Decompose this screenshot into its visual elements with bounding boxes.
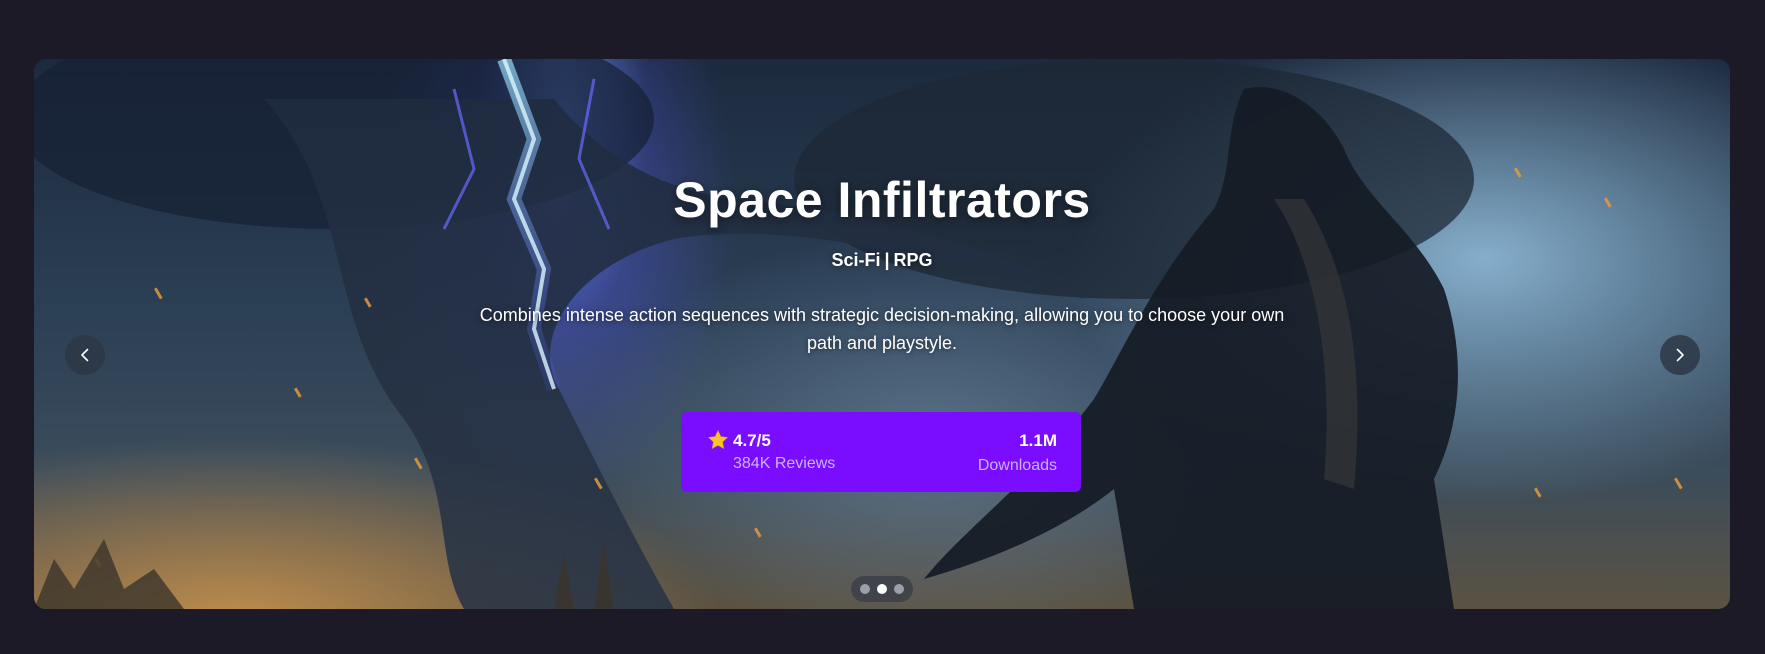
game-description: Combines intense action sequences with s… [479,305,1285,353]
game-title: Space Infiltrators [673,172,1091,228]
downloads-value: 1.1M [1019,431,1057,450]
genre-tags: Sci-Fi | RPG [34,250,1730,271]
rating-value: 4.7/5 [733,431,771,450]
carousel-prev-button[interactable] [65,335,105,375]
carousel-next-button[interactable] [1660,335,1700,375]
chevron-right-icon [1676,348,1684,362]
stats-card: 4.7/5 384K Reviews 1.1M Downloads [681,412,1081,492]
carousel-dot-2[interactable] [877,584,887,594]
downloads-label: Downloads [977,457,1057,474]
hero-content: Space Infiltrators Sci-Fi | RPG Combines i… [34,59,1730,609]
genre-tag: Sci-Fi [831,250,881,270]
hero-banner: Space Infiltrators Sci-Fi | RPG Combines i… [34,59,1730,609]
reviews-count: 384K Reviews [733,455,836,472]
carousel-pagination [851,576,913,602]
chevron-left-icon [81,348,89,362]
carousel-dot-1[interactable] [860,584,870,594]
genre-tag: RPG [893,250,933,270]
carousel-dot-3[interactable] [894,584,904,594]
star-icon [708,430,728,449]
genre-separator: | [884,250,890,270]
downloads-stat: 1.1M Downloads [978,429,1057,475]
